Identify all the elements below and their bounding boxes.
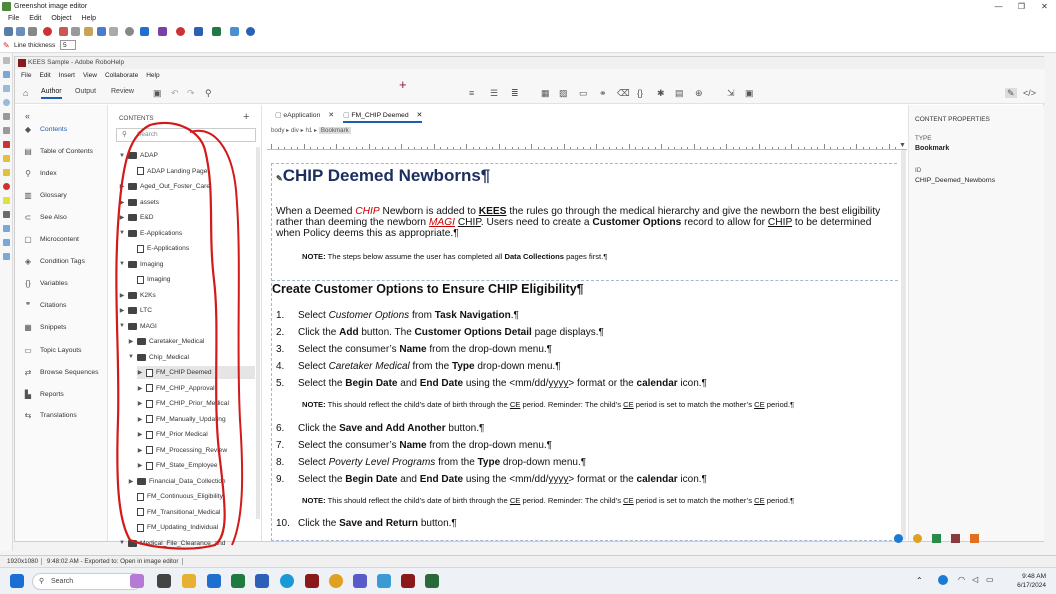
defender-icon[interactable] — [932, 534, 941, 543]
excel-icon[interactable] — [231, 574, 245, 588]
wifi-icon[interactable]: ◠ — [958, 575, 965, 584]
clock-time: 9:48 AM — [1022, 573, 1046, 580]
edge-icon[interactable] — [280, 574, 294, 588]
robohelp-taskbar-icon[interactable] — [305, 574, 319, 588]
file-explorer-icon[interactable] — [182, 574, 196, 588]
task-view-icon[interactable] — [157, 574, 171, 588]
image-size: 1920x1080 — [4, 558, 43, 565]
volume-icon[interactable]: ◁ — [972, 575, 978, 584]
clock-date: 6/17/2024 — [1017, 582, 1046, 589]
chrome-icon[interactable] — [913, 534, 922, 543]
tray-overflow-icons — [894, 534, 979, 543]
teams-icon[interactable] — [353, 574, 367, 588]
app-tray-icon[interactable] — [951, 534, 960, 543]
onedrive-icon[interactable] — [377, 574, 391, 588]
outlook-icon[interactable] — [207, 574, 221, 588]
security-icon[interactable] — [970, 534, 979, 543]
status-message: 9:48:02 AM - Exported to: Open in image … — [43, 558, 183, 565]
red-loop-1 — [115, 121, 226, 550]
edge-icon[interactable] — [894, 534, 903, 543]
clock[interactable]: 9:48 AM 6/17/2024 — [1017, 572, 1046, 590]
chevron-up-icon[interactable]: ⌃ — [916, 576, 923, 585]
word-icon[interactable] — [255, 574, 269, 588]
chrome-icon[interactable] — [329, 574, 343, 588]
freehand-annotation — [115, 121, 244, 550]
search-icon: ⚲ — [39, 578, 45, 585]
onedrive-tray-icon[interactable] — [938, 575, 948, 585]
windows-taskbar: ⚲ Search ⌃ ◠ ◁ ▭ 9:48 AM 6/17/2024 — [0, 567, 1056, 594]
robohelp-second-icon[interactable] — [401, 574, 415, 588]
widgets-icon[interactable] — [130, 574, 144, 588]
taskbar-search[interactable]: ⚲ Search — [32, 573, 142, 590]
greenshot-status-bar: 1920x1080 9:48:02 AM - Exported to: Open… — [0, 555, 1056, 567]
start-icon[interactable] — [10, 574, 24, 588]
battery-icon[interactable]: ▭ — [986, 575, 994, 584]
greenshot-taskbar-icon[interactable] — [425, 574, 439, 588]
